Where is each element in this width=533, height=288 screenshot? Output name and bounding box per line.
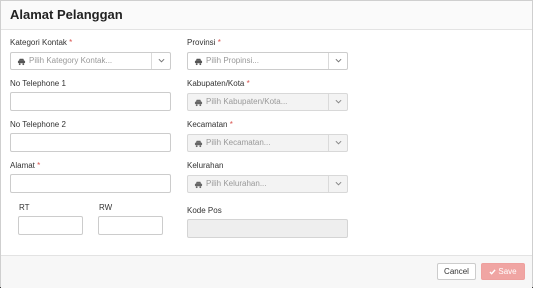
no-telephone-2-label: No Telephone 2: [10, 120, 66, 129]
kelurahan-select[interactable]: Pilih Kelurahan...: [187, 175, 348, 193]
kabupaten-kota-label: Kabupaten/Kota *: [187, 79, 250, 88]
provinsi-label-text: Provinsi: [187, 38, 216, 47]
modal-title: Alamat Pelanggan: [10, 7, 123, 22]
kode-pos-label: Kode Pos: [187, 206, 222, 215]
kecamatan-label: Kecamatan *: [187, 120, 233, 129]
kabupaten-kota-select[interactable]: Pilih Kabupaten/Kota...: [187, 93, 348, 111]
rt-label: RT: [19, 203, 30, 212]
kecamatan-select[interactable]: Pilih Kecamatan...: [187, 134, 348, 152]
kode-pos-input[interactable]: [187, 219, 348, 238]
kelurahan-dropdown-toggle[interactable]: [328, 176, 347, 192]
required-marker: *: [229, 120, 233, 129]
car-icon: [194, 99, 203, 107]
rw-label: RW: [99, 203, 113, 212]
car-icon: [194, 58, 203, 66]
kategori-kontak-placeholder: Pilih Kategory Kontak...: [29, 56, 113, 65]
kecamatan-dropdown-toggle[interactable]: [328, 135, 347, 151]
no-telephone-1-input[interactable]: [10, 92, 171, 111]
alamat-input[interactable]: [10, 174, 171, 193]
kabupaten-kota-placeholder: Pilih Kabupaten/Kota...: [206, 97, 288, 106]
no-telephone-2-input[interactable]: [10, 133, 171, 152]
chevron-down-icon: [335, 140, 342, 145]
required-marker: *: [37, 161, 41, 170]
check-icon: [489, 269, 496, 275]
kategori-kontak-select[interactable]: Pilih Kategory Kontak...: [10, 52, 171, 70]
kategori-kontak-dropdown-toggle[interactable]: [151, 53, 170, 69]
kabupaten-kota-dropdown-toggle[interactable]: [328, 94, 347, 110]
no-telephone-1-label: No Telephone 1: [10, 79, 66, 88]
save-button[interactable]: Save: [481, 263, 525, 280]
provinsi-label: Provinsi *: [187, 38, 221, 47]
chevron-down-icon: [158, 58, 165, 63]
rt-input[interactable]: [18, 216, 83, 235]
required-marker: *: [69, 38, 73, 47]
car-icon: [194, 140, 203, 148]
kabupaten-kota-label-text: Kabupaten/Kota: [187, 79, 245, 88]
alamat-label: Alamat *: [10, 161, 40, 170]
modal-header: Alamat Pelanggan: [1, 1, 532, 30]
required-marker: *: [246, 79, 250, 88]
chevron-down-icon: [335, 181, 342, 186]
car-icon: [17, 58, 26, 66]
rw-input[interactable]: [98, 216, 163, 235]
provinsi-placeholder: Pilih Propinsi...: [206, 56, 259, 65]
provinsi-dropdown-toggle[interactable]: [328, 53, 347, 69]
alamat-pelanggan-modal: Alamat Pelanggan Kategori Kontak * Pilih…: [0, 0, 533, 288]
cancel-button[interactable]: Cancel: [437, 263, 476, 280]
car-icon: [194, 181, 203, 189]
save-button-label: Save: [498, 267, 517, 276]
kecamatan-label-text: Kecamatan: [187, 120, 228, 129]
kelurahan-label: Kelurahan: [187, 161, 224, 170]
kelurahan-placeholder: Pilih Kelurahan...: [206, 179, 267, 188]
chevron-down-icon: [335, 99, 342, 104]
kecamatan-placeholder: Pilih Kecamatan...: [206, 138, 271, 147]
kategori-kontak-label: Kategori Kontak *: [10, 38, 72, 47]
kategori-kontak-label-text: Kategori Kontak: [10, 38, 67, 47]
required-marker: *: [217, 38, 221, 47]
provinsi-select[interactable]: Pilih Propinsi...: [187, 52, 348, 70]
alamat-label-text: Alamat: [10, 161, 35, 170]
chevron-down-icon: [335, 58, 342, 63]
